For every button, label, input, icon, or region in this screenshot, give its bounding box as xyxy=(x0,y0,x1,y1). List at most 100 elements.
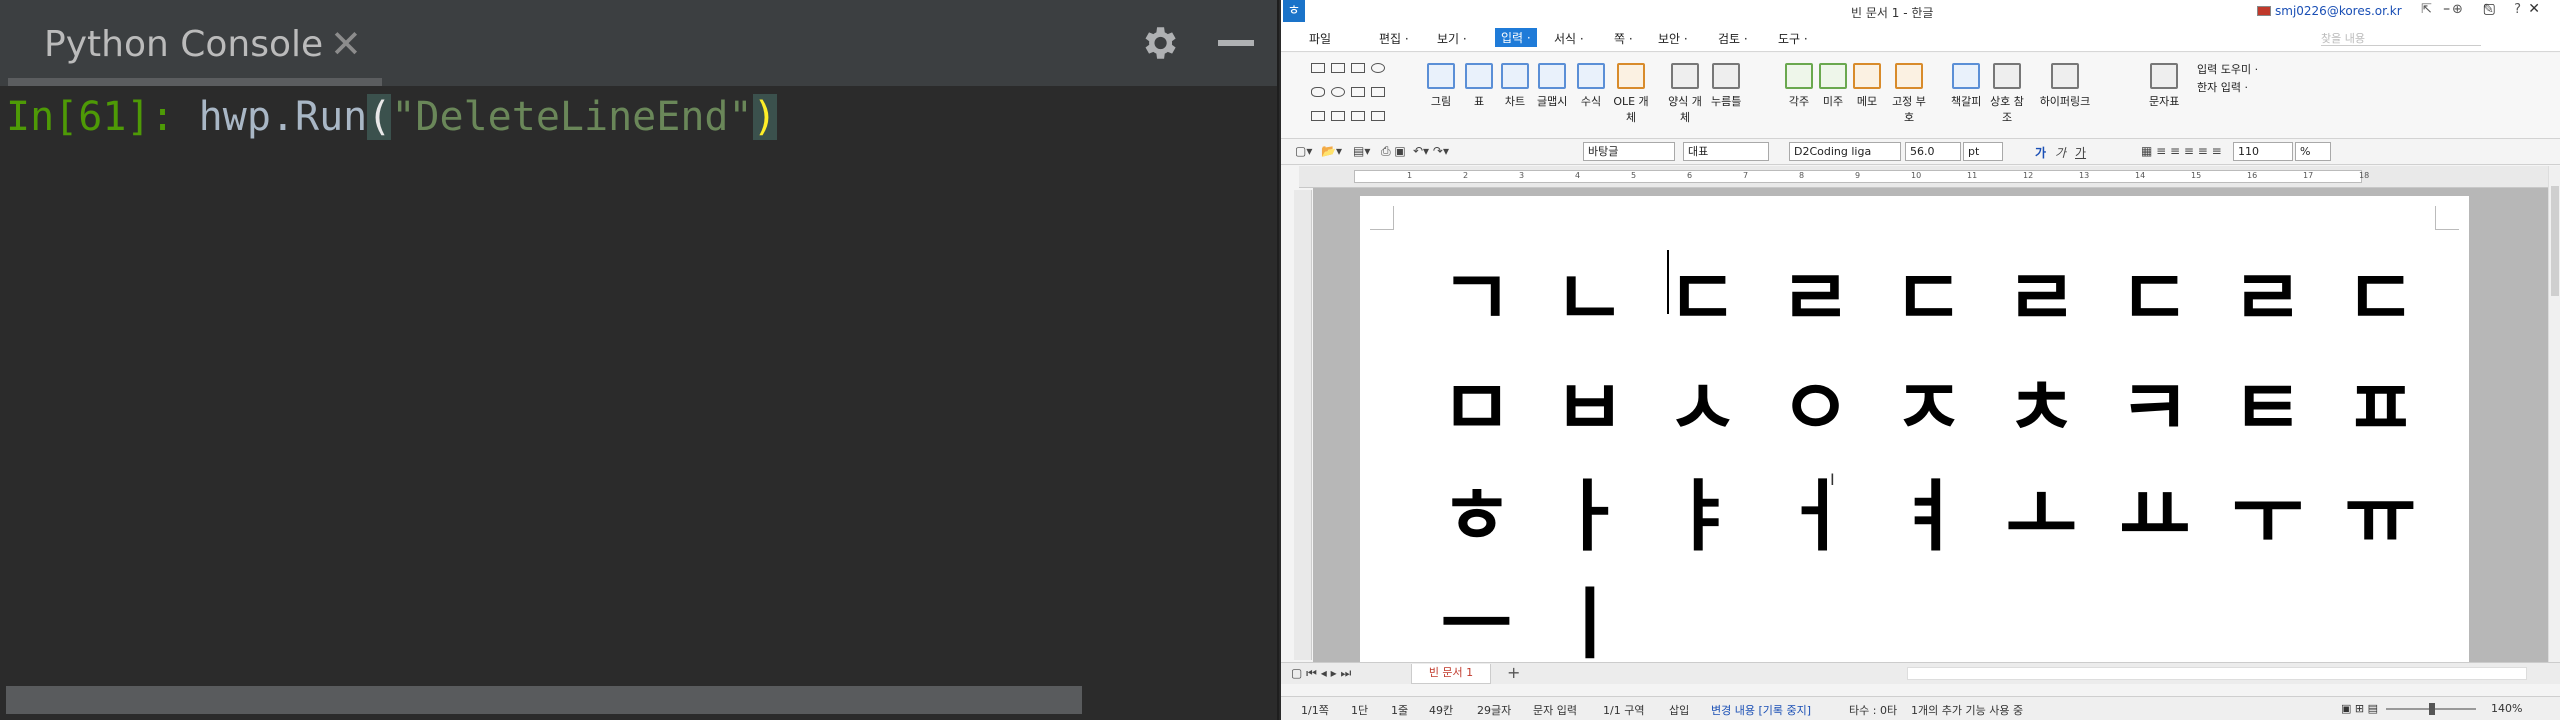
status-zoom[interactable]: 140% xyxy=(2491,702,2522,715)
document-canvas[interactable]: ㄱㄴㄷㄹㄷㄹㄷㄹㄷ ㅁㅂㅅㅇㅈㅊㅋㅌㅍ ㅎㅏㅑㅓㅕㅗㅛㅜㅠ ㅡㅣ I xyxy=(1313,188,2548,662)
undo-icon[interactable]: ↶▾ ↷▾ xyxy=(1413,144,1449,158)
minimize-icon[interactable] xyxy=(1218,40,1254,46)
ribbon-label: 양식 개체 xyxy=(1668,95,1702,124)
save-icon[interactable]: ▤▾ xyxy=(1353,144,1370,158)
close-icon[interactable]: ✕ xyxy=(330,22,362,66)
document-vertical-scrollbar[interactable] xyxy=(2548,166,2560,662)
view-mode-icons[interactable]: ▣ ⊞ ▤ xyxy=(2341,702,2378,715)
menu-input[interactable]: 입력 · xyxy=(1495,28,1537,47)
console-input-line[interactable]: In[61]: hwp.Run("DeleteLineEnd") xyxy=(6,94,777,140)
document-char: ㅅ xyxy=(1666,364,1739,454)
shape-icon[interactable] xyxy=(1351,111,1365,121)
gear-icon[interactable] xyxy=(1138,22,1180,64)
menu-tools[interactable]: 도구 · xyxy=(1778,30,1808,47)
document-tab[interactable]: 빈 문서 1 xyxy=(1411,664,1491,684)
ribbon-cross-ref[interactable]: 상호 참조 xyxy=(1987,63,2027,125)
status-mode[interactable]: 문자 입력 xyxy=(1533,702,1577,718)
ribbon-memo[interactable]: 메모 xyxy=(1853,63,1881,109)
status-insert[interactable]: 삽입 xyxy=(1669,702,1689,718)
scrollbar-thumb[interactable] xyxy=(2551,186,2559,296)
shape-icon[interactable] xyxy=(1311,63,1325,73)
font-size-input[interactable]: 56.0 xyxy=(1905,142,1961,161)
font-select[interactable]: D2Coding liga xyxy=(1789,142,1901,161)
style-select[interactable]: 바탕글 xyxy=(1583,142,1675,161)
document-page[interactable]: ㄱㄴㄷㄹㄷㄹㄷㄹㄷ ㅁㅂㅅㅇㅈㅊㅋㅌㅍ ㅎㅏㅑㅓㅕㅗㅛㅜㅠ ㅡㅣ I xyxy=(1360,196,2469,662)
ribbon-field[interactable]: 누름틀 xyxy=(1711,63,1741,109)
menu-file[interactable]: 파일 xyxy=(1309,30,1331,47)
shape-icon[interactable] xyxy=(1371,63,1385,73)
bold-button[interactable]: 가 xyxy=(2035,144,2046,161)
tab-nav-icons[interactable]: ▢ ⏮ ◂ ▸ ⏭ xyxy=(1291,666,1351,681)
ribbon-picture[interactable]: 그림 xyxy=(1427,63,1455,109)
status-page[interactable]: 1/1쪽 xyxy=(1301,702,1329,718)
print-icon[interactable]: ⎙ ▣ xyxy=(1381,144,1406,159)
zoom-slider-knob[interactable] xyxy=(2429,703,2435,715)
zoom-input[interactable]: 110 xyxy=(2233,142,2293,161)
console-output[interactable]: In[61]: hwp.Run("DeleteLineEnd") xyxy=(0,86,1277,720)
status-track-changes[interactable]: 변경 내용 [기록 중지] xyxy=(1711,702,1811,718)
underline-button[interactable]: 가 xyxy=(2075,144,2086,161)
ribbon-form[interactable]: 양식 개체 xyxy=(1665,63,1705,125)
ribbon-table[interactable]: 표 xyxy=(1465,63,1493,109)
ribbon-fixed-char[interactable]: 고정 부호 xyxy=(1889,63,1929,125)
text-line-2[interactable]: ㅁㅂㅅㅇㅈㅊㅋㅌㅍ xyxy=(1420,346,2437,458)
ribbon-wordart[interactable]: 글맵시 xyxy=(1537,63,1567,109)
new-doc-icon[interactable]: ▢▾ xyxy=(1295,144,1312,158)
shape-icon[interactable] xyxy=(1331,111,1345,121)
hanja-input-button[interactable]: 한자 입력 · xyxy=(2197,79,2248,95)
ribbon-symbol[interactable]: 문자표 xyxy=(2149,63,2179,109)
ruler-number: 4 xyxy=(1575,171,1581,180)
chart-icon xyxy=(1501,63,1529,89)
menu-search-input[interactable]: 찾을 내용 xyxy=(2321,30,2481,46)
menu-page[interactable]: 쪽 · xyxy=(1614,30,1633,47)
menu-review[interactable]: 검토 · xyxy=(1718,30,1748,47)
text-line-1[interactable]: ㄱㄴㄷㄹㄷㄹㄷㄹㄷ xyxy=(1420,236,2437,348)
menu-format[interactable]: 서식 · xyxy=(1554,30,1584,47)
shape-icon[interactable] xyxy=(1371,87,1385,97)
text-line-4[interactable]: ㅡㅣ xyxy=(1420,562,1646,662)
ribbon-ole[interactable]: OLE 개체 xyxy=(1611,63,1651,125)
console-tab[interactable]: Python Console ✕ xyxy=(8,0,382,86)
hwp-app-icon[interactable]: ㅎ xyxy=(1283,0,1305,22)
ribbon-footnote[interactable]: 각주 xyxy=(1785,63,1813,109)
shape-icon[interactable] xyxy=(1331,63,1345,73)
account-email[interactable]: smj0226@kores.or.kr xyxy=(2275,4,2402,18)
zoom-unit[interactable]: % xyxy=(2295,142,2331,161)
ribbon-chart[interactable]: 차트 xyxy=(1501,63,1529,109)
ribbon-equation[interactable]: 수식 xyxy=(1577,63,1605,109)
ribbon-endnote[interactable]: 미주 xyxy=(1819,63,1847,109)
menu-security[interactable]: 보안 · xyxy=(1658,30,1688,47)
document-horizontal-scrollbar[interactable] xyxy=(1907,667,2527,680)
align-icons[interactable]: ▦ ≡ ≡ ≡ ≡ ≡ xyxy=(2141,144,2222,158)
document-char: ㅍ xyxy=(2344,364,2417,454)
shape-icon[interactable] xyxy=(1351,63,1365,73)
console-horizontal-scrollbar[interactable] xyxy=(6,686,1082,714)
document-tab-strip: ▢ ⏮ ◂ ▸ ⏭ 빈 문서 1 + xyxy=(1281,662,2560,684)
input-helper-button[interactable]: 입력 도우미 · xyxy=(2197,61,2258,77)
horizontal-ruler[interactable]: 1 2 3 4 5 6 7 8 9 10 11 12 13 14 15 16 17 18 xyxy=(1299,166,2560,188)
status-addons[interactable]: 1개의 추가 기능 사용 중 xyxy=(1911,702,2023,718)
vertical-ruler[interactable] xyxy=(1294,190,1312,660)
window-controls[interactable]: – ▢ ✕ xyxy=(2443,1,2554,17)
shape-icon[interactable] xyxy=(1311,111,1325,121)
shape-icon[interactable] xyxy=(1351,87,1365,97)
shape-icon[interactable] xyxy=(1311,87,1325,97)
code-paren-open: ( xyxy=(367,94,392,140)
menu-view[interactable]: 보기 · xyxy=(1437,30,1467,47)
font-unit-select[interactable]: pt xyxy=(1963,142,2003,161)
shape-icon[interactable] xyxy=(1371,111,1385,121)
ribbon-hyperlink[interactable]: 하이퍼링크 xyxy=(2037,63,2093,109)
ribbon-bookmark[interactable]: 책갈피 xyxy=(1951,63,1981,109)
globe-icon xyxy=(2051,63,2079,89)
open-icon[interactable]: 📂▾ xyxy=(1321,144,1342,158)
language-select[interactable]: 대표 xyxy=(1683,142,1769,161)
menu-edit[interactable]: 편집 · xyxy=(1379,30,1409,47)
ruler-number: 10 xyxy=(1911,171,1922,180)
shape-gallery[interactable] xyxy=(1311,61,1421,131)
document-char: ㅛ xyxy=(2118,472,2191,562)
shape-icon[interactable] xyxy=(1331,87,1345,97)
status-col: 49칸 xyxy=(1429,704,1454,717)
add-tab-icon[interactable]: + xyxy=(1507,663,1520,682)
text-line-3[interactable]: ㅎㅏㅑㅓㅕㅗㅛㅜㅠ xyxy=(1420,454,2437,566)
italic-button[interactable]: 가 xyxy=(2055,144,2066,161)
